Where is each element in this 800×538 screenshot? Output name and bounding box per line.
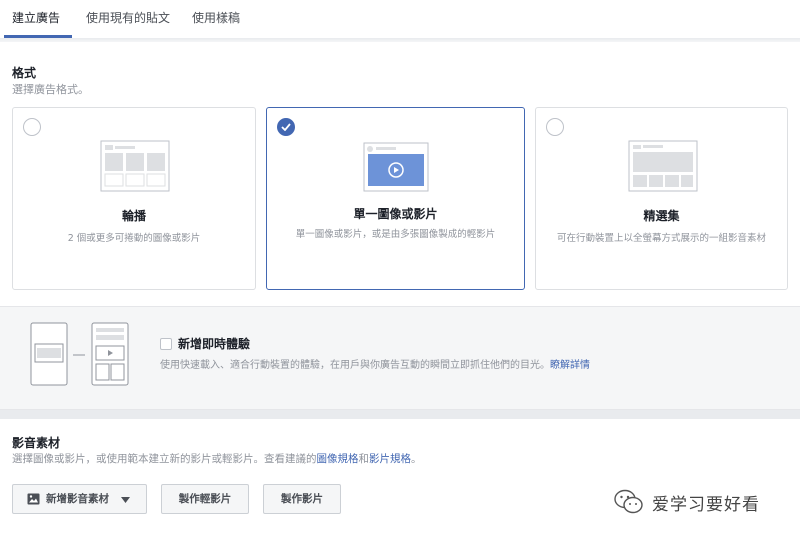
- instant-experience-title: 新增即時體驗: [178, 337, 251, 351]
- add-media-button[interactable]: 新增影音素材: [12, 484, 147, 514]
- instant-experience-desc: 使用快速載入、適合行動裝置的體驗，在用戶與你廣告互動的瞬間立即抓住他們的目光。瞭…: [160, 356, 590, 371]
- tab-bar: 建立廣告 使用現有的貼文 使用樣稿: [0, 0, 800, 40]
- wechat-watermark: 爱学习要好看: [614, 487, 760, 517]
- make-video-button[interactable]: 製作影片: [263, 484, 341, 514]
- tab-use-existing-post[interactable]: 使用現有的貼文: [86, 0, 170, 38]
- image-icon: [27, 493, 40, 505]
- video-specs-link[interactable]: 影片規格: [369, 453, 411, 465]
- caret-down-icon: [121, 497, 130, 503]
- section-divider: [0, 410, 800, 419]
- checkmark-icon: [281, 123, 291, 131]
- carousel-illustration-icon: [100, 140, 170, 192]
- format-title: 格式: [12, 66, 37, 80]
- collection-illustration-icon: [628, 140, 698, 192]
- format-card-carousel[interactable]: 輪播 2 個或更多可捲動的圖像或影片: [12, 107, 256, 290]
- single-image-video-desc: 單一圖像或影片，或是由多張圖像製成的輕影片: [295, 229, 496, 240]
- tab-use-mockup[interactable]: 使用樣稿: [192, 0, 240, 38]
- carousel-title: 輪播: [121, 209, 146, 223]
- collection-desc: 可在行動裝置上以全螢幕方式展示的一組影音素材: [556, 233, 766, 244]
- media-subtitle-period: 。: [411, 453, 422, 465]
- learn-more-link[interactable]: 瞭解詳情: [550, 360, 590, 371]
- collection-radio[interactable]: [546, 118, 564, 136]
- media-subtitle: 選擇圖像或影片，或使用範本建立新的影片或輕影片。查看建議的圖像規格和影片規格。: [12, 451, 422, 466]
- add-media-label: 新增影音素材: [46, 493, 109, 505]
- tab-bar-shadow: [0, 38, 800, 42]
- single-video-illustration-icon: [363, 142, 429, 192]
- wechat-logo-icon: [614, 489, 643, 514]
- carousel-radio[interactable]: [23, 118, 41, 136]
- media-subtitle-and: 和: [358, 453, 370, 465]
- instant-experience-checkbox[interactable]: [160, 338, 172, 350]
- collection-title: 精選集: [643, 209, 680, 223]
- format-card-single-image-video[interactable]: 單一圖像或影片 單一圖像或影片，或是由多張圖像製成的輕影片: [266, 107, 525, 290]
- single-image-video-title: 單一圖像或影片: [353, 207, 438, 221]
- watermark-text: 爱学习要好看: [652, 494, 760, 515]
- format-card-collection[interactable]: 精選集 可在行動裝置上以全螢幕方式展示的一組影音素材: [535, 107, 788, 290]
- instant-experience-desc-text: 使用快速載入、適合行動裝置的體驗，在用戶與你廣告互動的瞬間立即抓住他們的目光。: [160, 360, 550, 371]
- media-title: 影音素材: [12, 436, 61, 450]
- tab-create-ad[interactable]: 建立廣告: [4, 0, 72, 38]
- single-image-video-radio[interactable]: [277, 118, 295, 136]
- instant-experience-illustration-icon: [30, 322, 129, 386]
- format-subtitle: 選擇廣告格式。: [12, 83, 89, 96]
- media-subtitle-text: 選擇圖像或影片，或使用範本建立新的影片或輕影片。查看建議的: [12, 453, 317, 465]
- image-specs-link[interactable]: 圖像規格: [317, 453, 359, 465]
- carousel-desc: 2 個或更多可捲動的圖像或影片: [67, 233, 201, 244]
- make-slideshow-button[interactable]: 製作輕影片: [161, 484, 249, 514]
